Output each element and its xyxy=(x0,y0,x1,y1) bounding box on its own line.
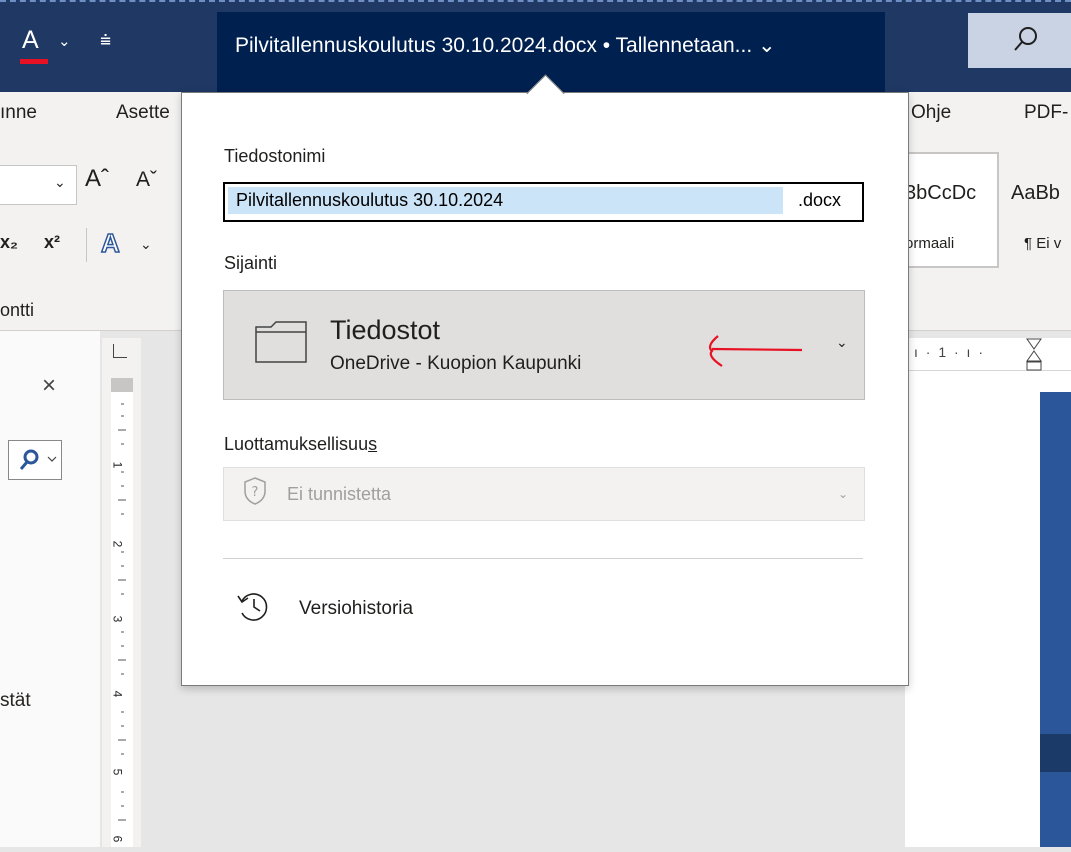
document-title: Pilvitallennuskoulutus 30.10.2024.docx •… xyxy=(235,34,776,57)
nav-search-button[interactable] xyxy=(8,440,62,480)
style-name-normal: ormaali xyxy=(905,235,955,252)
version-history-button[interactable]: Versiohistoria xyxy=(299,598,413,620)
filename-label: Tiedostonimi xyxy=(224,146,326,166)
ruler-label-5: 5 xyxy=(110,768,125,776)
ruler-label-1: 1 xyxy=(110,461,125,469)
red-annotation-arrow xyxy=(708,335,803,367)
font-size-dropdown[interactable]: ⌄ xyxy=(0,165,77,205)
chevron-down-icon: ⌄ xyxy=(836,334,848,350)
ruler-label-4: 4 xyxy=(110,690,125,698)
close-icon[interactable]: × xyxy=(42,372,56,400)
filename-value[interactable]: Pilvitallennuskoulutus 30.10.2024 xyxy=(236,190,503,211)
search-box[interactable] xyxy=(968,13,1071,68)
style-name-nospacing: ¶ Ei v xyxy=(1024,235,1062,252)
embedded-image xyxy=(1040,392,1071,847)
style-sample-normal: 3bCcDc xyxy=(905,182,977,204)
history-icon xyxy=(237,593,268,621)
tab-partial-left[interactable]: ınne xyxy=(0,102,37,124)
style-sample-nospacing[interactable]: AaBb xyxy=(1011,182,1060,205)
tab-layout[interactable]: Asette xyxy=(116,102,170,124)
subscript-button[interactable]: x₂ xyxy=(0,232,18,253)
font-color-button[interactable]: A xyxy=(22,26,39,55)
indent-markers[interactable] xyxy=(1024,338,1046,372)
flyout-divider xyxy=(223,558,863,559)
font-group-label: ontti xyxy=(0,300,35,320)
ruler-label-2: 2 xyxy=(110,540,125,548)
location-subtitle: OneDrive - Kuopion Kaupunki xyxy=(330,353,582,374)
quick-access-dropdown[interactable]: ⌄ xyxy=(58,32,71,50)
sensitivity-label-accelerator: s xyxy=(368,434,378,454)
titlebar-border xyxy=(0,0,1071,2)
shrink-font-button[interactable]: Aˇ xyxy=(136,168,157,192)
search-icon xyxy=(19,449,57,470)
tab-selector[interactable] xyxy=(113,344,127,358)
navigation-pane xyxy=(0,331,100,847)
sensitivity-value: Ei tunnistetta xyxy=(287,484,392,504)
text-effects-button[interactable]: A xyxy=(100,227,120,259)
embedded-image-highlight xyxy=(1040,734,1071,772)
sensitivity-label: Luottamuksellisuus xyxy=(224,434,378,454)
location-name: Tiedostot xyxy=(330,315,441,345)
font-color-swatch xyxy=(20,59,48,64)
location-label: Sijainti xyxy=(224,253,278,273)
text-effects-dropdown-icon[interactable]: ⌄ xyxy=(140,236,152,253)
ribbon-divider xyxy=(86,228,87,262)
chevron-down-icon: ⌄ xyxy=(838,487,849,501)
search-icon xyxy=(1014,27,1037,51)
filename-extension: .docx xyxy=(798,190,842,210)
folder-icon xyxy=(255,321,307,363)
svg-text:?: ? xyxy=(252,485,259,500)
nav-partial-text: stät xyxy=(0,690,31,711)
ruler-label-3: 3 xyxy=(110,615,125,623)
grow-font-button[interactable]: Aˆ xyxy=(85,165,109,193)
tab-help[interactable]: Ohje xyxy=(911,102,951,124)
chevron-down-icon: ⌄ xyxy=(54,174,66,190)
customize-quick-access-button[interactable]: ⩧ xyxy=(100,30,111,52)
ruler-label-6: 6 xyxy=(110,835,125,843)
shield-question-icon: ? xyxy=(244,477,266,505)
horizontal-ruler-ticks: ı · 1 · ı · xyxy=(914,344,985,360)
tab-pdf[interactable]: PDF- xyxy=(1024,102,1068,124)
ruler-margin xyxy=(111,378,133,392)
superscript-button[interactable]: x² xyxy=(44,232,60,253)
